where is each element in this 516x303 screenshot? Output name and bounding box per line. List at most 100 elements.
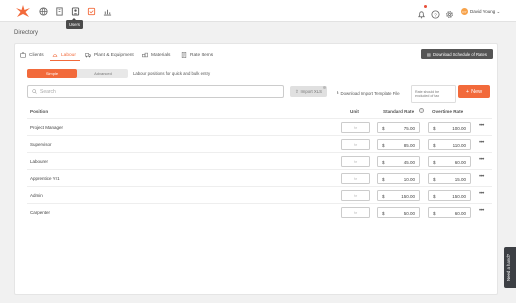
new-label: New [471, 88, 483, 95]
overtime-rate-input[interactable]: $60.00 [428, 156, 471, 167]
currency-symbol: $ [433, 194, 436, 199]
tax-note: Rate should be excluded of tax [411, 85, 456, 103]
unit-input[interactable]: hr [341, 190, 370, 201]
help-icon[interactable]: ? [431, 6, 441, 19]
more-icon[interactable]: ••• [479, 157, 484, 163]
import-label: Import XLS [300, 89, 323, 94]
unit-input[interactable]: hr [341, 173, 370, 184]
tab-label: Labour [61, 52, 76, 58]
table-row: Project Manager hr $75.00 $100.00 ••• [27, 118, 492, 135]
tab-label: Materials [151, 52, 171, 58]
download-schedule-label: Download Schedule of Rates [432, 51, 487, 57]
rate-value: 85.00 [403, 143, 415, 148]
currency-symbol: $ [382, 194, 385, 199]
rate-value: 100.00 [452, 126, 466, 131]
currency-symbol: $ [382, 211, 385, 216]
unit-input[interactable]: hr [341, 122, 370, 133]
download-template-link[interactable]: ⭳ Download Import Template File [337, 89, 400, 97]
rate-value: 60.00 [454, 160, 466, 165]
tab-materials[interactable]: Materials [142, 52, 170, 58]
avatar[interactable]: DY [461, 8, 468, 15]
need-help-tab[interactable]: Need a hand? [504, 247, 516, 288]
standard-rate-input[interactable]: $85.00 [377, 139, 420, 150]
standard-rate-input[interactable]: $75.00 [377, 122, 420, 133]
upload-icon: ⇪ [294, 88, 299, 94]
header-position: Position [30, 109, 49, 114]
globe-icon[interactable] [38, 6, 48, 16]
gear-icon[interactable] [445, 6, 455, 18]
rate-value: 45.00 [403, 160, 415, 165]
more-icon[interactable]: ••• [479, 191, 484, 197]
search-input[interactable]: Search [27, 85, 284, 98]
boxes-icon [142, 52, 148, 58]
rate-value: 150.00 [401, 194, 415, 199]
active-tab-indicator [50, 60, 80, 61]
position-name: Carpenter [30, 210, 51, 215]
currency-symbol: $ [382, 177, 385, 182]
logo-icon[interactable] [14, 4, 32, 18]
new-button[interactable]: + New [458, 85, 490, 98]
standard-rate-input[interactable]: $10.00 [377, 173, 420, 184]
hard-hat-icon [52, 54, 58, 57]
calendar-icon[interactable] [86, 6, 96, 16]
rate-value: 75.00 [403, 126, 415, 131]
header-standard-rate: Standard Rate [383, 109, 415, 114]
position-name: Supervisor [30, 142, 52, 147]
header-unit: Unit [350, 109, 359, 114]
standard-rate-input[interactable]: $150.00 [377, 190, 420, 201]
table-row: Apprentice Yr1 hr $10.00 $15.00 ••• [27, 169, 492, 186]
search-placeholder: Search [40, 88, 56, 95]
page-title: Directory [14, 30, 39, 36]
unit-input[interactable]: hr [341, 156, 370, 167]
users-icon[interactable] [70, 6, 80, 16]
mode-switch: Simple Advanced [27, 69, 128, 78]
chevron-down-icon: ⌄ [496, 9, 501, 14]
currency-symbol: $ [433, 177, 436, 182]
briefcase-icon [20, 52, 26, 58]
position-name: Labourer [30, 159, 49, 164]
import-xls-button[interactable]: ⇪ Import XLS [290, 86, 327, 97]
tab-rate-items[interactable]: Rate Items [181, 52, 213, 58]
more-icon[interactable]: ••• [479, 174, 484, 180]
currency-symbol: $ [433, 160, 436, 165]
rate-value: 150.00 [452, 194, 466, 199]
overtime-rate-input[interactable]: $60.00 [428, 207, 471, 218]
more-icon[interactable]: ••• [479, 208, 484, 214]
download-schedule-button[interactable]: ▤ Download Schedule of Rates [421, 49, 493, 59]
close-icon[interactable] [323, 86, 326, 89]
rate-value: 110.00 [452, 143, 466, 148]
unit-input[interactable]: hr [341, 207, 370, 218]
chart-icon[interactable] [102, 6, 112, 16]
position-name: Admin [30, 193, 43, 198]
plus-icon: + [465, 88, 470, 95]
more-icon[interactable]: ••• [479, 123, 484, 129]
tab-label: Plant & Equipment [94, 52, 134, 58]
mode-advanced-button[interactable]: Advanced [78, 69, 128, 78]
currency-symbol: $ [433, 126, 436, 131]
tab-labour[interactable]: Labour [52, 52, 76, 58]
table-row: Carpenter hr $50.00 $60.00 ••• [27, 203, 492, 220]
template-label: Download Import Template File [340, 90, 400, 96]
standard-rate-input[interactable]: $50.00 [377, 207, 420, 218]
unit-input[interactable]: hr [341, 139, 370, 150]
top-bar: ? DY David Young ⌄ [0, 0, 516, 22]
svg-text:?: ? [434, 12, 437, 17]
user-menu[interactable]: David Young ⌄ [470, 9, 500, 15]
building-icon[interactable] [54, 6, 64, 16]
mode-description: Labour positions for quick and bulk entr… [133, 71, 211, 76]
standard-rate-input[interactable]: $45.00 [377, 156, 420, 167]
question-icon[interactable]: ? [419, 108, 424, 113]
mode-simple-button[interactable]: Simple [27, 69, 77, 78]
truck-icon [85, 53, 91, 58]
tab-clients[interactable]: Clients [20, 52, 44, 58]
overtime-rate-input[interactable]: $15.00 [428, 173, 471, 184]
tab-plant-equipment[interactable]: Plant & Equipment [85, 52, 134, 58]
table-row: Admin hr $150.00 $150.00 ••• [27, 186, 492, 203]
overtime-rate-input[interactable]: $110.00 [428, 139, 471, 150]
overtime-rate-input[interactable]: $150.00 [428, 190, 471, 201]
overtime-rate-input[interactable]: $100.00 [428, 122, 471, 133]
search-icon [32, 89, 37, 94]
tooltip: Users [66, 18, 83, 29]
tab-label: Rate Items [190, 52, 214, 58]
more-icon[interactable]: ••• [479, 140, 484, 146]
